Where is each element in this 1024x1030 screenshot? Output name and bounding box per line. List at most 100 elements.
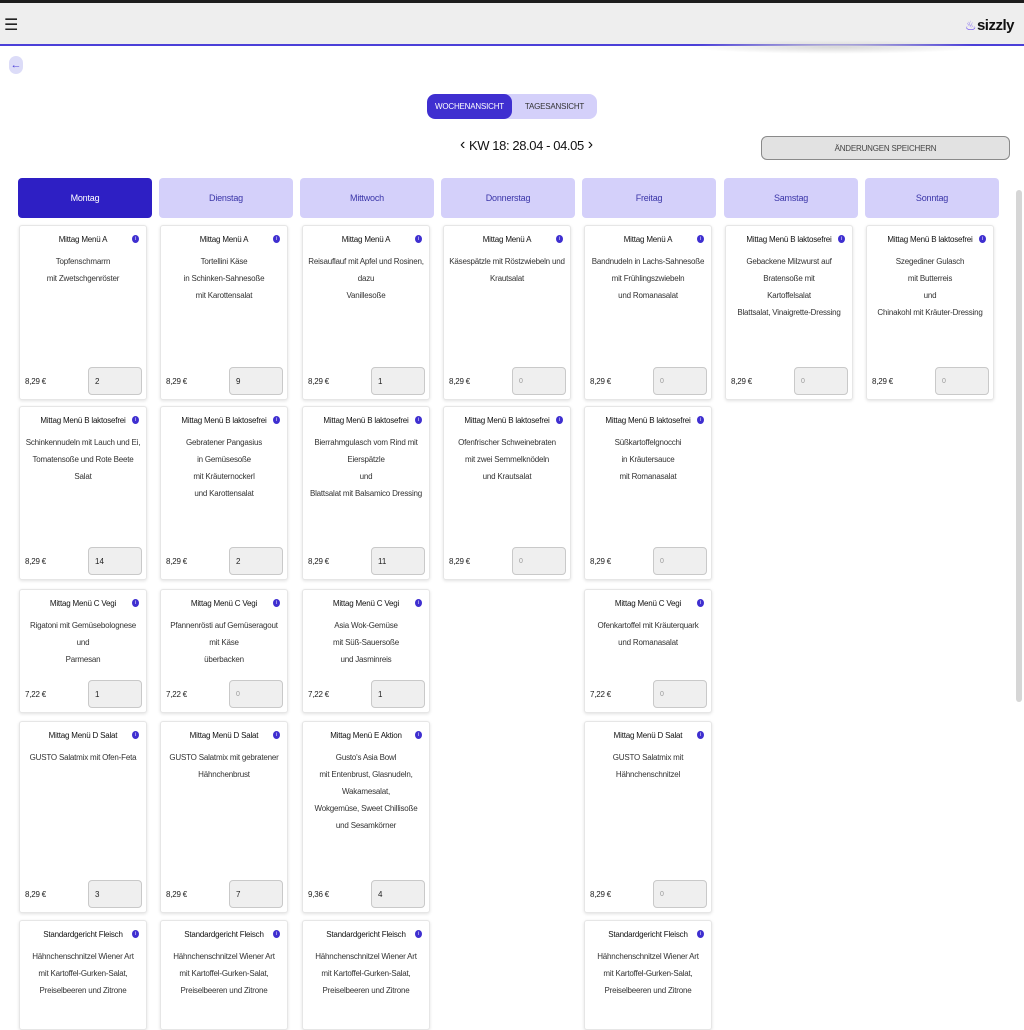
quantity-input[interactable]: 0 (512, 367, 566, 395)
menu-title: Mittag Menü C Vegi (49, 599, 117, 608)
quantity-input[interactable]: 1 (88, 680, 142, 708)
quantity-input[interactable]: 2 (88, 367, 142, 395)
menu-title: Standardgericht Fleisch (608, 930, 688, 939)
description-line: Schinkennudeln mit Lauch und Ei, (25, 438, 141, 447)
menu-title: Mittag Menü D Salat (613, 731, 683, 740)
menu-card: Standardgericht Fleisch i Hähnchenschnitze… (302, 920, 430, 1030)
menu-description: Bandnudeln in Lachs-Sahnesoße mit Frühlin… (589, 253, 707, 304)
info-icon[interactable]: i (132, 235, 139, 243)
save-changes-button[interactable]: ÄNDERUNGEN SPEICHERN (761, 136, 1010, 160)
menu-title: Mittag Menü C Vegi (614, 599, 682, 608)
week-navigator: ‹ KW 18: 28.04 - 04.05 › (460, 136, 593, 154)
menu-card: Mittag Menü B laktosefrei i Szegediner Gul… (866, 225, 994, 400)
info-icon[interactable]: i (415, 235, 422, 243)
info-icon[interactable]: i (273, 235, 280, 243)
info-icon[interactable]: i (132, 731, 139, 739)
description-line: Hähnchenbrust (198, 770, 250, 779)
info-icon[interactable]: i (415, 416, 422, 424)
description-line: Chinakohl mit Kräuter-Dressing (877, 308, 983, 317)
info-icon[interactable]: i (415, 599, 422, 607)
quantity-input[interactable]: 0 (229, 680, 283, 708)
description-line: und Jasminreis (340, 655, 392, 664)
description-line: Gusto's Asia Bowl (335, 753, 397, 762)
quantity-input[interactable]: 1 (371, 680, 425, 708)
quantity-input[interactable]: 0 (512, 547, 566, 575)
quantity-input[interactable]: 0 (794, 367, 848, 395)
tab-day-freitag[interactable]: Freitag (582, 178, 716, 218)
tab-day-sonntag[interactable]: Sonntag (865, 178, 999, 218)
info-icon[interactable]: i (273, 731, 280, 739)
quantity-input[interactable]: 4 (371, 880, 425, 908)
info-icon[interactable]: i (979, 235, 986, 243)
menu-description: Rigatoni mit Gemüsebolognese und Parmesan (24, 617, 142, 668)
info-icon[interactable]: i (697, 731, 704, 739)
description-line: in Gemüsesoße (197, 455, 251, 464)
description-line: mit Zwetschgenröster (46, 274, 120, 283)
info-icon[interactable]: i (415, 930, 422, 938)
description-line: mit Butterreis (907, 274, 953, 283)
menu-description: Hähnchenschnitzel Wiener Art mit Kartoffe… (589, 948, 707, 999)
menu-description: Ofenfrischer Schweinebraten mit zwei Semm… (448, 434, 566, 485)
quantity-input[interactable]: 0 (935, 367, 989, 395)
menu-icon[interactable]: ☰ (4, 15, 18, 35)
description-line: Reisauflauf mit Apfel und Rosinen, (308, 257, 424, 266)
week-label: KW 18: 28.04 - 04.05 (468, 137, 584, 153)
menu-title: Mittag Menü B laktosefrei (40, 416, 126, 425)
quantity-input[interactable]: 2 (229, 547, 283, 575)
quantity-input[interactable]: 0 (653, 367, 707, 395)
menu-title: Mittag Menü A (341, 235, 391, 244)
info-icon[interactable]: i (697, 930, 704, 938)
info-icon[interactable]: i (132, 416, 139, 424)
quantity-input[interactable]: 14 (88, 547, 142, 575)
menu-description: Tortellini Käse in Schinken-Sahnesoße mit … (165, 253, 283, 304)
menu-card: Mittag Menü C Vegi i Rigatoni mit Gemüsebo… (19, 589, 147, 713)
info-icon[interactable]: i (838, 235, 845, 243)
info-icon[interactable]: i (697, 416, 704, 424)
menu-description: GUSTO Salatmix mit gebratener Hähnchenbru… (165, 749, 283, 783)
description-line: mit Kartoffel-Gurken-Salat, (179, 969, 269, 978)
tab-day-samstag[interactable]: Samstag (724, 178, 858, 218)
info-icon[interactable]: i (556, 235, 563, 243)
menu-card: Mittag Menü A i Tortellini Käse in Schinken… (160, 225, 288, 400)
tab-day-montag[interactable]: Montag (18, 178, 152, 218)
menu-title: Mittag Menü B laktosefrei (181, 416, 267, 425)
scrollbar[interactable] (1016, 190, 1022, 702)
menu-description: Topfenschmarrn mit Zwetschgenröster (24, 253, 142, 287)
tab-day-dienstag[interactable]: Dienstag (159, 178, 293, 218)
quantity-input[interactable]: 11 (371, 547, 425, 575)
tab-day-donnerstag[interactable]: Donnerstag (441, 178, 575, 218)
description-line: Asia Wok-Gemüse (334, 621, 398, 630)
description-line: Hähnchenschnitzel Wiener Art (597, 952, 699, 961)
tab-day-mittwoch[interactable]: Mittwoch (300, 178, 434, 218)
menu-description: Reisauflauf mit Apfel und Rosinen, dazu Va… (307, 253, 425, 304)
info-icon[interactable]: i (415, 731, 422, 739)
info-icon[interactable]: i (697, 599, 704, 607)
quantity-input[interactable]: 0 (653, 547, 707, 575)
quantity-input[interactable]: 0 (653, 680, 707, 708)
info-icon[interactable]: i (132, 599, 139, 607)
info-icon[interactable]: i (273, 416, 280, 424)
quantity-input[interactable]: 7 (229, 880, 283, 908)
chevron-left-icon[interactable]: ‹ (460, 136, 465, 154)
info-icon[interactable]: i (273, 599, 280, 607)
tab-day-view[interactable]: TAGESANSICHT (512, 94, 597, 119)
quantity-input[interactable]: 3 (88, 880, 142, 908)
info-icon[interactable]: i (556, 416, 563, 424)
tab-week-view[interactable]: WOCHENANSICHT (427, 94, 512, 119)
description-line: mit Süß-Sauersoße (333, 638, 399, 647)
chevron-right-icon[interactable]: › (588, 136, 593, 154)
info-icon[interactable]: i (273, 930, 280, 938)
info-icon[interactable]: i (132, 930, 139, 938)
price-label: 8,29 € (308, 377, 330, 386)
quantity-input[interactable]: 1 (371, 367, 425, 395)
description-line: Bandnudeln in Lachs-Sahnesoße (591, 257, 705, 266)
description-line: Blattsalat mit Balsamico Dressing (309, 489, 423, 498)
quantity-input[interactable]: 9 (229, 367, 283, 395)
info-icon[interactable]: i (697, 235, 704, 243)
back-arrow-icon[interactable]: ← (9, 56, 23, 74)
menu-card: Mittag Menü B laktosefrei i Gebratener Pan… (160, 406, 288, 580)
menu-card: Mittag Menü D Salat i GUSTO Salatmix mit H… (584, 721, 712, 913)
header-decoration (690, 40, 980, 54)
menu-title: Mittag Menü A (623, 235, 673, 244)
quantity-input[interactable]: 0 (653, 880, 707, 908)
